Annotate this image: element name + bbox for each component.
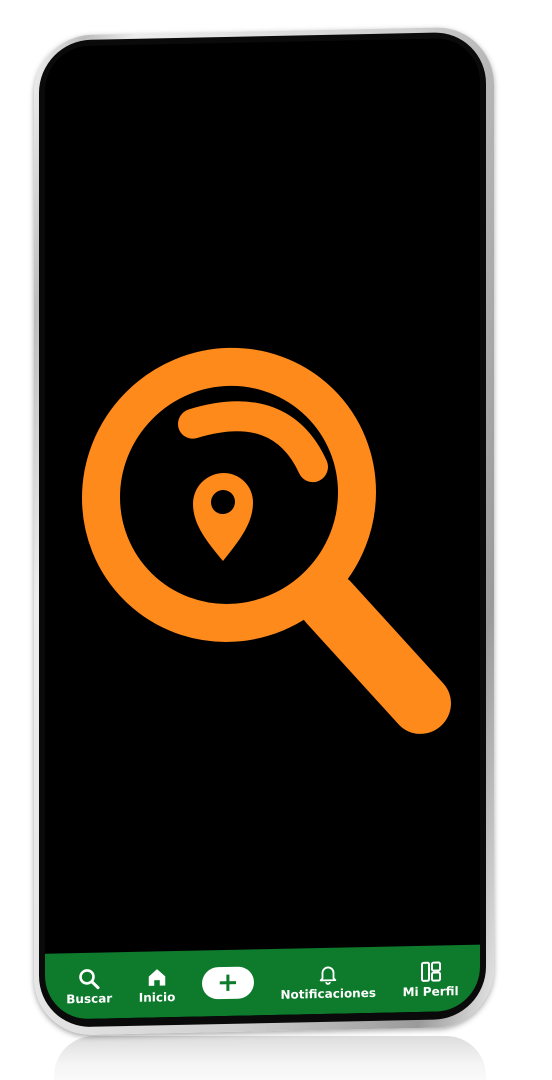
home-icon [144,964,170,991]
nav-item-mi-perfil[interactable]: Mi Perfil [403,958,459,999]
search-icon [76,966,102,993]
bottom-navigation-bar: Buscar Inicio + Notificaciones Mi Perfil [45,944,480,1020]
layout-icon [418,958,444,985]
app-stage: Buscar Inicio + Notificaciones Mi Perfil [0,0,552,1080]
magnifier-location-pin-icon [82,347,451,734]
add-button[interactable]: + [201,966,254,1000]
nav-label-notificaciones: Notificaciones [280,985,377,1002]
nav-item-notificaciones[interactable]: Notificaciones [280,960,376,1002]
phone-screen: Buscar Inicio + Notificaciones Mi Perfil [45,37,480,1020]
phone-bezel: Buscar Inicio + Notificaciones Mi Perfil [39,31,486,1028]
phone-frame: Buscar Inicio + Notificaciones Mi Perfil [34,26,494,1036]
nav-item-inicio[interactable]: Inicio [138,964,176,1005]
nav-item-add[interactable]: + [201,966,254,1000]
nav-label-buscar: Buscar [66,991,113,1007]
nav-item-buscar[interactable]: Buscar [66,965,112,1006]
phone-reflection [54,1036,486,1080]
nav-label-mi-perfil: Mi Perfil [402,984,459,1000]
nav-label-inicio: Inicio [138,990,176,1005]
bell-icon [315,961,341,988]
